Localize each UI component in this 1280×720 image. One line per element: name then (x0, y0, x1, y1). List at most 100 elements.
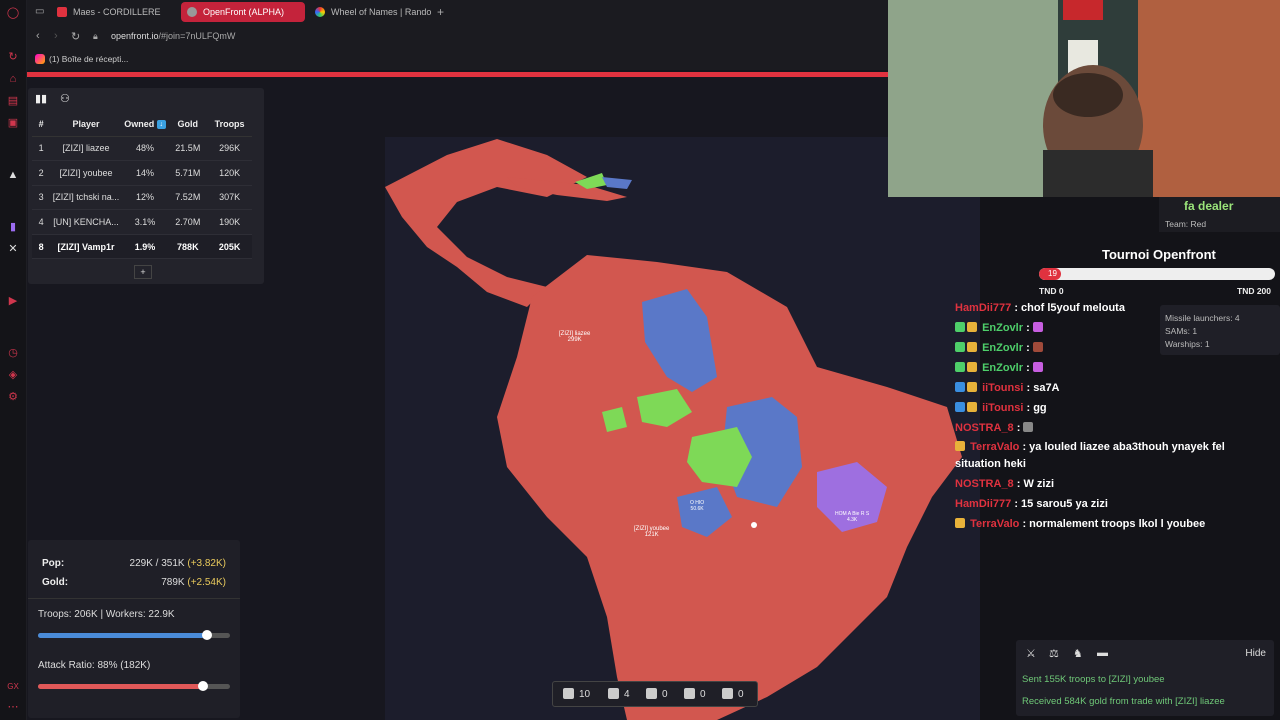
tab-wheel-of-names[interactable]: Wheel of Names | Random (309, 2, 431, 22)
build-port[interactable]: 4 (608, 688, 630, 700)
forward-icon[interactable]: › (54, 30, 58, 42)
back-icon[interactable]: ‹ (36, 30, 40, 42)
emote-icon (1032, 322, 1043, 332)
instagram-icon (35, 54, 45, 64)
event-line: Received 584K gold from trade with [ZIZI… (1022, 696, 1225, 707)
population-value: 229K / 351K (129, 558, 185, 569)
table-row[interactable]: 1 [ZIZI] liazee 48% 21.5M 296K (32, 136, 252, 162)
more-icon[interactable]: ⋯ (6, 700, 20, 714)
header-owned[interactable]: Owned ↓ (121, 112, 169, 137)
tab-menu-icon[interactable]: ▭ (35, 6, 44, 17)
aria-icon[interactable]: ↻ (6, 50, 20, 64)
cell-rank: 4 (32, 209, 51, 235)
gold-value: 789K (161, 577, 185, 588)
pinboard-icon[interactable]: ◈ (6, 368, 20, 382)
map-label-youbee[interactable]: [ZIZI] youbee 121K (634, 526, 669, 538)
alliance-icon[interactable]: ♞ (1073, 647, 1083, 660)
chat-message: EnZovlr : (955, 342, 1045, 354)
build-defense-post[interactable]: 0 (646, 688, 668, 700)
tab-openfront[interactable]: OpenFront (ALPHA) (181, 2, 305, 22)
map-label-liazee[interactable]: [ZIZI] liazee 299K (559, 331, 590, 343)
x-icon[interactable]: ✕ (6, 242, 20, 256)
gx-icon[interactable]: GX (6, 680, 20, 694)
webcam-feed (888, 0, 1280, 197)
url-field[interactable]: openfront.io/#join=7nULFQmW (111, 31, 235, 41)
attack-ratio-slider[interactable] (38, 681, 230, 691)
twitch-icon[interactable]: ▮ (6, 220, 20, 234)
cell-troops: 307K (207, 185, 252, 211)
table-row[interactable]: 2 [ZIZI] youbee 14% 5.71M 120K (32, 160, 252, 186)
cell-owned: 12% (121, 185, 169, 211)
settings-icon[interactable]: ⚙ (6, 390, 20, 404)
team-icon[interactable]: ⚇ (60, 92, 70, 105)
missile-launchers-count: Missile launchers: 4 (1165, 313, 1240, 323)
sam-launcher-icon (722, 688, 733, 699)
shopping-icon[interactable]: ⌂ (6, 72, 20, 86)
chat-message: HamDii777 : 15 sarou5 ya zizi (955, 498, 1108, 510)
attack-ratio-fill (38, 684, 203, 689)
badge-icon (955, 362, 965, 372)
map-label-purple[interactable]: HOM A Bie R S 4.3K (835, 511, 869, 523)
cell-owned: 3.1% (121, 209, 169, 235)
tab-maes[interactable]: Maes - CORDILLERE (51, 2, 179, 22)
gold-delta: (+2.54K) (187, 577, 226, 588)
build-missile-silo[interactable]: 0 (684, 688, 706, 700)
chat-message: iiTounsi : sa7A (955, 382, 1060, 394)
sword-icon[interactable]: ⚔ (1026, 647, 1036, 660)
player-team: Team: Red (1165, 219, 1207, 229)
trade-icon[interactable]: ⚖ (1049, 647, 1059, 660)
wheel-icon (315, 7, 325, 17)
video-icon[interactable]: ▣ (6, 116, 20, 130)
chat-message: NOSTRA_8 : W zizi (955, 478, 1055, 490)
chat-message: EnZovlr : (955, 322, 1045, 334)
screen: ◯ ↻ ⌂ ▤ ▣ ▲ ▮ ✕ ▶ ◷ ◈ ⚙ GX ⋯ ▭ Maes - CO… (0, 0, 1280, 720)
opera-logo-icon[interactable]: ◯ (6, 6, 20, 20)
troop-ratio-slider[interactable] (38, 630, 230, 640)
build-sam-launcher[interactable]: 0 (722, 688, 744, 700)
cell-rank: 2 (32, 160, 51, 186)
chart-icon[interactable]: ▮▮ (35, 92, 47, 105)
header-rank: # (32, 112, 51, 137)
table-row[interactable]: 4 [UN] KENCHA... 3.1% 2.70M 190K (32, 209, 252, 235)
player-icon[interactable]: ▶ (6, 294, 20, 308)
defense-post-icon (646, 688, 657, 699)
history-icon[interactable]: ◷ (6, 346, 20, 360)
build-city[interactable]: 10 (563, 688, 590, 700)
table-row-current-player[interactable]: 8 [ZIZI] Vamp1r 1.9% 788K 205K (32, 234, 252, 260)
map-label-ohio[interactable]: O HIO 50.6K (690, 500, 704, 512)
unit-info-box: Missile launchers: 4 SAMs: 1 Warships: 1 (1160, 305, 1280, 355)
chat-message: HamDii777 : chof l5youf melouta (955, 302, 1125, 314)
expand-leaderboard-button[interactable]: + (134, 265, 152, 279)
header-gold[interactable]: Gold (168, 112, 208, 137)
header-troops[interactable]: Troops (207, 112, 252, 137)
new-tab-button[interactable]: + (437, 2, 444, 22)
cell-gold: 7.52M (168, 185, 208, 211)
population-delta: (+3.82K) (187, 558, 226, 569)
cell-player: [ZIZI] tchski na... (50, 185, 122, 211)
hide-button[interactable]: Hide (1245, 648, 1266, 659)
arc-icon[interactable]: ▲ (6, 168, 20, 182)
emote-icon (1023, 422, 1034, 432)
news-icon[interactable]: ▤ (6, 94, 20, 108)
badge-icon (967, 402, 977, 412)
bookmark-inbox[interactable]: (1) Boîte de récepti... (35, 54, 128, 64)
reload-icon[interactable]: ↻ (71, 30, 80, 43)
cell-player: [ZIZI] Vamp1r (50, 234, 122, 260)
badge-icon (967, 342, 977, 352)
attack-ratio-knob[interactable] (198, 681, 208, 691)
cell-troops: 296K (207, 136, 252, 162)
header-player[interactable]: Player (50, 112, 122, 137)
event-line: Sent 155K troops to [ZIZI] youbee (1022, 674, 1165, 685)
badge-icon (955, 402, 965, 412)
chat-message: NOSTRA_8 : (955, 422, 1035, 434)
badge-icon (955, 518, 965, 528)
event-log-panel: ⚔ ⚖ ♞ ▬ Hide Sent 155K troops to [ZIZI] … (1016, 640, 1274, 716)
youtube-icon (57, 7, 67, 17)
troop-ratio-knob[interactable] (202, 630, 212, 640)
table-row[interactable]: 3 [ZIZI] tchski na... 12% 7.52M 307K (32, 185, 252, 211)
emote-icon (1032, 342, 1043, 352)
cell-rank: 8 (32, 234, 51, 260)
cell-owned: 48% (121, 136, 169, 162)
cell-gold: 2.70M (168, 209, 208, 235)
chat-icon[interactable]: ▬ (1097, 647, 1108, 659)
